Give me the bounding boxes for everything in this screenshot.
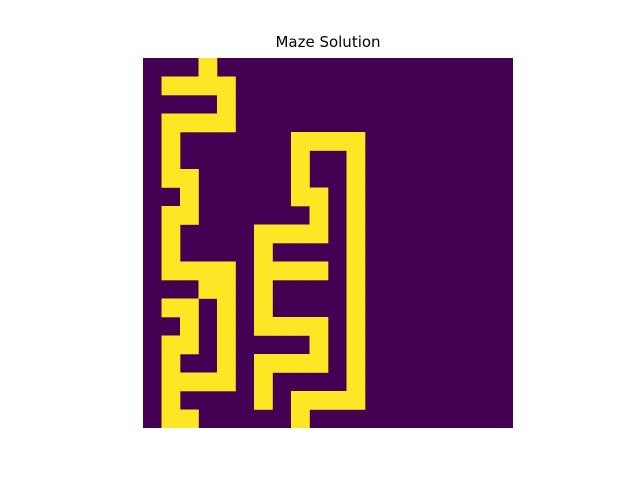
path-cell xyxy=(346,317,366,336)
path-cell xyxy=(217,113,236,133)
path-cell xyxy=(254,280,273,299)
path-cell xyxy=(161,169,181,188)
path-cell xyxy=(272,224,292,244)
path-cell xyxy=(291,261,310,281)
path-cell xyxy=(346,150,366,170)
path-cell xyxy=(180,335,199,355)
path-cell xyxy=(217,372,236,392)
path-cell xyxy=(161,150,181,170)
path-cell xyxy=(291,150,310,170)
path-cell xyxy=(254,372,273,392)
path-cell xyxy=(161,76,181,96)
path-cell xyxy=(254,224,273,244)
path-cell xyxy=(217,280,236,299)
path-cell xyxy=(291,132,310,151)
path-cell xyxy=(346,372,366,392)
path-cell xyxy=(161,113,181,133)
path-cell xyxy=(346,354,366,373)
path-cell xyxy=(180,206,199,225)
path-cell xyxy=(309,335,329,355)
path-cell xyxy=(254,317,273,336)
path-cell xyxy=(346,169,366,188)
path-cell xyxy=(180,76,199,96)
path-cell xyxy=(346,206,366,225)
path-cell xyxy=(198,372,218,392)
path-cell xyxy=(346,243,366,262)
path-cell xyxy=(217,335,236,355)
path-cell xyxy=(346,280,366,299)
path-cell xyxy=(198,58,218,77)
path-cell xyxy=(161,354,181,373)
path-cell xyxy=(180,187,199,207)
path-cell xyxy=(291,354,310,373)
path-cell xyxy=(161,298,181,318)
path-cell xyxy=(254,261,273,281)
path-cell xyxy=(180,113,199,133)
path-cell xyxy=(291,409,310,428)
path-cell xyxy=(272,261,292,281)
path-cell xyxy=(309,317,329,336)
path-cell xyxy=(328,391,347,410)
path-cell xyxy=(328,132,347,151)
path-cell xyxy=(291,317,310,336)
path-cell xyxy=(217,76,236,96)
path-cell xyxy=(161,409,181,428)
path-cell xyxy=(346,224,366,244)
path-cell xyxy=(254,243,273,262)
path-cell xyxy=(346,298,366,318)
path-cell xyxy=(346,391,366,410)
path-cell xyxy=(254,298,273,318)
path-cell xyxy=(198,261,218,281)
maze-grid xyxy=(143,58,513,428)
path-cell xyxy=(217,354,236,373)
path-cell xyxy=(291,169,310,188)
path-cell xyxy=(309,354,329,373)
path-cell xyxy=(291,391,310,410)
figure-title: Maze Solution xyxy=(275,33,381,51)
path-cell xyxy=(198,76,218,96)
path-cell xyxy=(346,187,366,207)
path-cell xyxy=(180,409,199,428)
path-cell xyxy=(161,335,181,355)
path-cell xyxy=(198,280,218,299)
path-cell xyxy=(309,132,329,151)
path-cell xyxy=(309,391,329,410)
path-cell xyxy=(346,132,366,151)
path-cell xyxy=(161,372,181,392)
path-cell xyxy=(161,261,181,281)
path-cell xyxy=(254,354,273,373)
path-cell xyxy=(180,298,199,318)
path-cell xyxy=(180,372,199,392)
path-cell xyxy=(217,298,236,318)
path-cell xyxy=(272,354,292,373)
path-cell xyxy=(291,224,310,244)
path-cell xyxy=(180,261,199,281)
path-cell xyxy=(309,206,329,225)
path-cell xyxy=(309,224,329,244)
path-cell xyxy=(291,187,310,207)
path-cell xyxy=(346,335,366,355)
path-cell xyxy=(346,261,366,281)
path-cell xyxy=(309,261,329,281)
path-cell xyxy=(161,224,181,244)
path-cell xyxy=(254,391,273,410)
path-cell xyxy=(272,317,292,336)
path-cell xyxy=(180,317,199,336)
path-cell xyxy=(161,391,181,410)
path-cell xyxy=(161,243,181,262)
path-cell xyxy=(217,317,236,336)
path-cell xyxy=(198,113,218,133)
path-cell xyxy=(217,261,236,281)
path-cell xyxy=(180,169,199,188)
path-cell xyxy=(309,187,329,207)
path-cell xyxy=(217,95,236,114)
path-cell xyxy=(161,206,181,225)
path-cell xyxy=(161,132,181,151)
